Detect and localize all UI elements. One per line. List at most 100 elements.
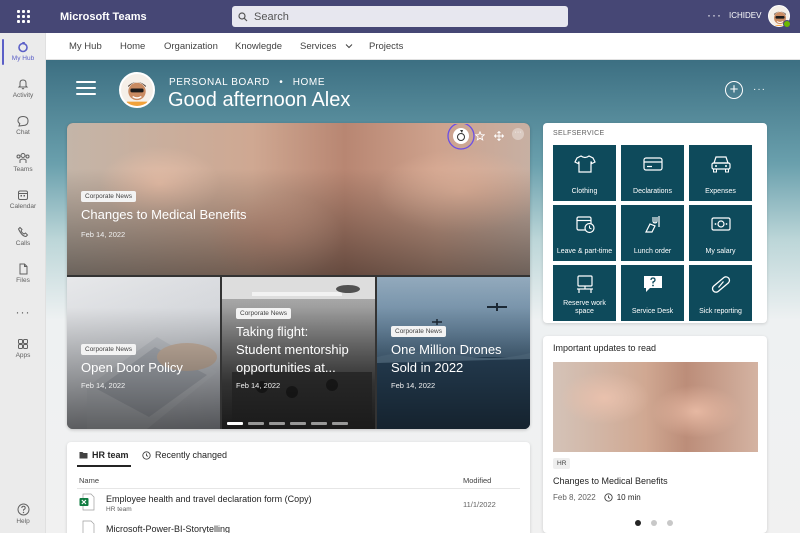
teams-icon <box>16 153 30 163</box>
column-header-name[interactable]: Name <box>79 476 99 485</box>
hr-documents-panel: HR team Recently changed Name Modified E… <box>67 442 530 533</box>
search-input[interactable]: Search <box>232 6 568 27</box>
news-date: Feb 14, 2022 <box>81 381 126 390</box>
tab-hr-team[interactable]: HR team <box>79 450 129 460</box>
rail-item-my-hub[interactable]: My Hub <box>0 39 46 65</box>
apps-icon <box>18 339 28 349</box>
rail-item-calendar[interactable]: Calendar <box>0 189 46 210</box>
news-title[interactable]: Open Door Policy <box>81 360 183 375</box>
news-tag: Corporate News <box>81 191 136 202</box>
update-meta: Feb 8, 2022 10 min <box>553 493 641 502</box>
important-updates-panel: Important updates to read HR Changes to … <box>543 336 767 533</box>
tab-recently-changed[interactable]: Recently changed <box>142 450 227 460</box>
rail-item-files[interactable]: Files <box>0 263 46 284</box>
tile-clothing[interactable]: Clothing <box>553 145 616 201</box>
tile-service-desk[interactable]: Service Desk <box>621 265 684 321</box>
pill-icon <box>711 276 730 293</box>
file-name[interactable]: Microsoft-Power-BI-Storytelling <box>106 524 230 533</box>
help-icon <box>17 503 29 516</box>
update-headline[interactable]: Changes to Medical Benefits <box>553 476 668 486</box>
file-icon <box>19 263 28 275</box>
clock-icon <box>604 493 613 502</box>
phone-icon <box>17 226 29 238</box>
add-icon[interactable]: + <box>725 81 743 99</box>
updates-pagination <box>635 520 683 526</box>
car-icon <box>710 156 731 173</box>
rail-item-help[interactable]: Help <box>0 503 46 525</box>
file-icon <box>82 520 95 533</box>
file-location: HR team <box>106 506 132 513</box>
update-image[interactable] <box>553 362 758 452</box>
shirt-icon <box>573 155 596 173</box>
selfservice-title: SELFSERVICE <box>553 130 605 137</box>
pagination-dot[interactable] <box>651 520 657 526</box>
file-name[interactable]: Employee health and travel declaration f… <box>106 494 312 504</box>
bell-icon <box>17 79 29 90</box>
search-icon <box>238 11 248 21</box>
nav-item-home[interactable]: Home <box>120 41 145 52</box>
carousel-dot[interactable] <box>269 422 285 425</box>
calendar-icon <box>18 190 28 200</box>
app-title: Microsoft Teams <box>60 10 147 23</box>
food-icon <box>644 216 660 233</box>
news-tag: Corporate News <box>81 344 136 355</box>
rail-item-apps[interactable]: Apps <box>0 338 46 359</box>
rail-item-teams[interactable]: Teams <box>0 152 46 173</box>
app-rail: My Hub Activity Chat Teams Calendar Call… <box>0 33 46 533</box>
tile-my-salary[interactable]: My salary <box>689 205 752 261</box>
news-title[interactable]: Changes to Medical Benefits <box>81 207 246 222</box>
clock-icon <box>142 450 151 460</box>
nav-item-knowledge[interactable]: Knowlegde <box>235 41 282 52</box>
update-read-time: 10 min <box>616 493 641 502</box>
app-launcher-icon[interactable] <box>17 9 31 24</box>
chevron-down-icon <box>345 44 353 49</box>
news-title[interactable]: Taking flight: <box>236 324 308 339</box>
news-title[interactable]: One Million Drones <box>391 342 502 357</box>
news-tag: Corporate News <box>236 308 291 319</box>
pagination-dot[interactable] <box>667 520 673 526</box>
tile-expenses[interactable]: Expenses <box>689 145 752 201</box>
news-more-icon[interactable]: ··· <box>512 128 524 140</box>
column-header-modified[interactable]: Modified <box>463 476 491 485</box>
carousel-dot[interactable] <box>248 422 264 425</box>
news-title-line[interactable]: opportunities at... <box>236 360 336 375</box>
desk-icon <box>576 275 593 293</box>
excel-file-icon <box>79 493 95 511</box>
update-tag: HR <box>553 458 571 469</box>
carousel-dot[interactable] <box>290 422 306 425</box>
rail-more-icon[interactable]: ··· <box>0 305 46 319</box>
news-date: Feb 14, 2022 <box>391 381 436 390</box>
more-options-icon[interactable]: ··· <box>753 84 766 95</box>
money-icon <box>710 217 731 231</box>
tile-lunch-order[interactable]: Lunch order <box>621 205 684 261</box>
page-title: Good afternoon Alex <box>168 89 351 111</box>
carousel-dot[interactable] <box>227 422 243 425</box>
carousel-dot[interactable] <box>332 422 348 425</box>
star-icon[interactable] <box>475 131 485 141</box>
user-avatar <box>119 72 155 108</box>
carousel-dot[interactable] <box>311 422 327 425</box>
calendar-clock-icon <box>575 216 595 234</box>
more-options-icon[interactable]: ··· <box>707 8 722 22</box>
pagination-dot[interactable] <box>635 520 641 526</box>
tile-sick-reporting[interactable]: Sick reporting <box>689 265 752 321</box>
move-icon[interactable] <box>494 131 504 141</box>
nav-item-projects[interactable]: Projects <box>369 41 403 52</box>
selfservice-panel: SELFSERVICE Clothing Declarations Expens… <box>543 123 767 323</box>
rail-item-chat[interactable]: Chat <box>0 115 46 136</box>
nav-item-my-hub[interactable]: My Hub <box>69 41 102 52</box>
rail-item-calls[interactable]: Calls <box>0 226 46 247</box>
rail-item-activity[interactable]: Activity <box>0 78 46 99</box>
tile-reserve-work-space[interactable]: Reserve work space <box>553 265 616 321</box>
tile-leave-part-time[interactable]: Leave & part-time <box>553 205 616 261</box>
news-title-line[interactable]: Sold in 2022 <box>391 360 463 375</box>
carousel-pagination <box>227 422 353 425</box>
my-hub-icon <box>18 42 28 53</box>
updates-title: Important updates to read <box>553 343 657 353</box>
nav-item-organization[interactable]: Organization <box>164 41 218 52</box>
hamburger-menu-icon[interactable] <box>76 81 96 99</box>
tile-declarations[interactable]: Declarations <box>621 145 684 201</box>
user-name: ICHIDEV <box>729 11 762 20</box>
news-title-line[interactable]: Student mentorship <box>236 342 349 357</box>
nav-item-services[interactable]: Services <box>300 41 353 52</box>
